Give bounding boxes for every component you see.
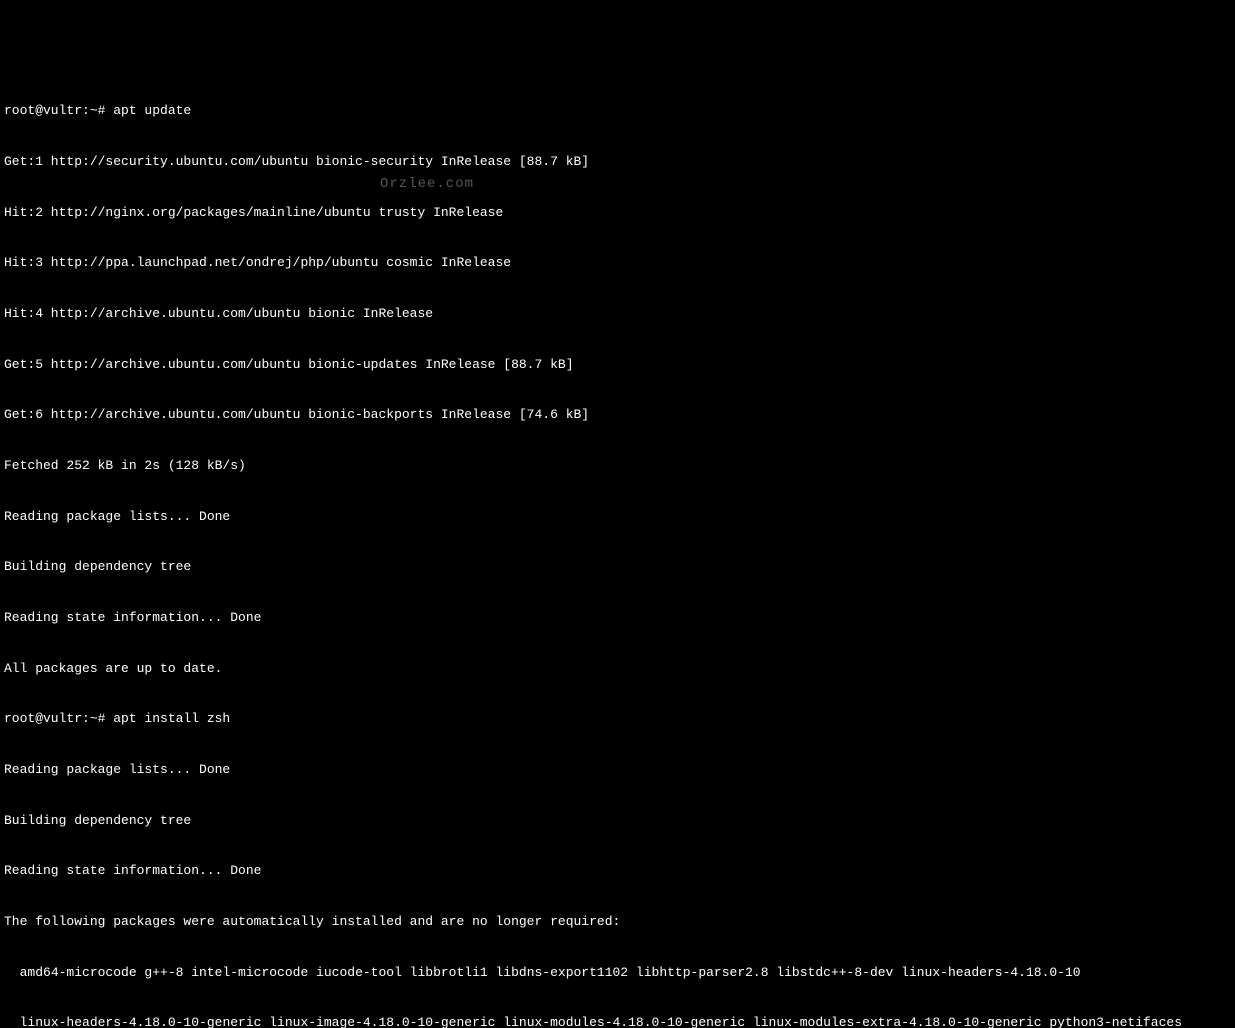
terminal-line: Hit:2 http://nginx.org/packages/mainline… (4, 205, 1231, 222)
terminal-line: Hit:4 http://archive.ubuntu.com/ubuntu b… (4, 306, 1231, 323)
terminal-line: root@vultr:~# apt install zsh (4, 711, 1231, 728)
terminal-line: amd64-microcode g++-8 intel-microcode iu… (4, 965, 1231, 982)
terminal-line: Reading package lists... Done (4, 509, 1231, 526)
terminal-line: Building dependency tree (4, 559, 1231, 576)
terminal-line: The following packages were automaticall… (4, 914, 1231, 931)
terminal-line: Reading package lists... Done (4, 762, 1231, 779)
terminal-line: Get:6 http://archive.ubuntu.com/ubuntu b… (4, 407, 1231, 424)
terminal-line: Get:1 http://security.ubuntu.com/ubuntu … (4, 154, 1231, 171)
terminal-line: Hit:3 http://ppa.launchpad.net/ondrej/ph… (4, 255, 1231, 272)
terminal-line: Building dependency tree (4, 813, 1231, 830)
terminal-line: Fetched 252 kB in 2s (128 kB/s) (4, 458, 1231, 475)
terminal-line: linux-headers-4.18.0-10-generic linux-im… (4, 1015, 1231, 1028)
terminal-line: Reading state information... Done (4, 863, 1231, 880)
terminal-line: All packages are up to date. (4, 661, 1231, 678)
terminal-output[interactable]: root@vultr:~# apt update Get:1 http://se… (4, 70, 1231, 1028)
terminal-line: root@vultr:~# apt update (4, 103, 1231, 120)
terminal-line: Get:5 http://archive.ubuntu.com/ubuntu b… (4, 357, 1231, 374)
terminal-line: Reading state information... Done (4, 610, 1231, 627)
